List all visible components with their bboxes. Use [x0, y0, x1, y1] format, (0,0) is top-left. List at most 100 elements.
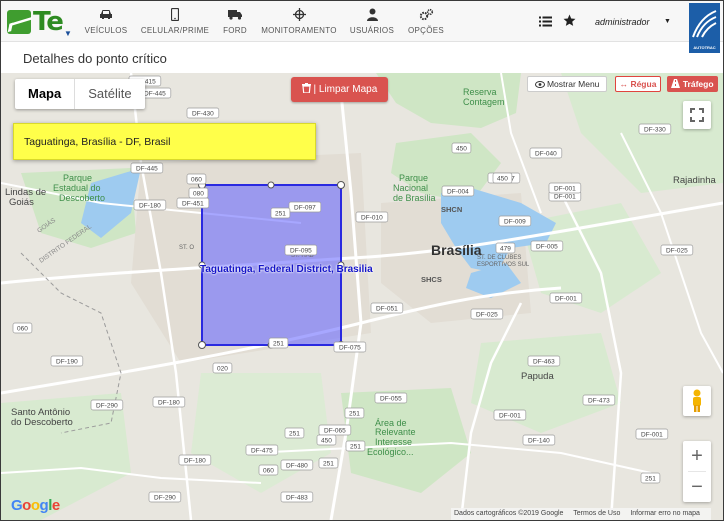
map-type-mapa[interactable]: Mapa [15, 79, 76, 109]
nav-veiculos[interactable]: VEÍCULOS [84, 8, 128, 40]
road-label: DF-051 [376, 306, 398, 313]
clear-map-button[interactable]: | Limpar Mapa [291, 77, 388, 102]
place-label: Reserva [463, 87, 497, 97]
nav-veiculos-label: VEÍCULOS [84, 26, 128, 35]
road-label: DF-180 [184, 458, 206, 465]
nav-ford[interactable]: FORD [221, 8, 249, 40]
road-shield: DF-025 [660, 244, 694, 256]
road-shield: 450 [316, 434, 337, 446]
road-label: DF-290 [96, 403, 118, 410]
nav-ford-label: FORD [223, 26, 247, 35]
road-label: DF-004 [447, 189, 469, 196]
road-label: DF-055 [380, 396, 402, 403]
traffic-button[interactable]: Tráfego [667, 76, 718, 92]
place-label: Rajadinha [673, 175, 716, 186]
nav-monitoramento-label: MONITORAMENTO [261, 26, 337, 35]
road-shield: DF-001 [549, 292, 583, 304]
road-shield: 251 [344, 407, 365, 419]
place-label: Parque [399, 173, 428, 183]
nav-opcoes[interactable]: OPÇÕES [406, 8, 446, 40]
road-label: 251 [349, 411, 360, 418]
traffic-label: Tráfego [682, 79, 714, 89]
road-label: DF-025 [666, 248, 688, 255]
critical-zone-label: Taguatinga, Federal District, Brasilia [200, 264, 373, 275]
zone-handle [337, 181, 345, 189]
road-shield: DF-475 [245, 444, 279, 456]
road-shield: DF-009 [498, 215, 532, 227]
user-name[interactable]: administrador [595, 17, 650, 27]
nav-usuarios[interactable]: USUÁRIOS [349, 8, 395, 40]
place-label: SHCN [441, 205, 462, 214]
road-label: DF-180 [158, 400, 180, 407]
show-menu-button[interactable]: Mostrar Menu [527, 76, 607, 92]
road-label: 251 [350, 444, 361, 451]
place-label: de Brasília [393, 193, 436, 203]
road-shield: DF-290 [148, 491, 182, 503]
road-shield: DF-180 [133, 199, 167, 211]
road-label: DF-001 [499, 413, 521, 420]
attribution-data: Dados cartográficos ©2019 Google [454, 510, 564, 517]
clear-map-label: | Limpar Mapa [313, 84, 378, 95]
road-shield: DF-095 [284, 244, 318, 256]
eye-icon [534, 79, 547, 89]
top-navbar: Te ▼ VEÍCULOS CELULAR/PRIME FORD MONITOR… [1, 1, 723, 53]
road-shield: DF-290 [90, 399, 124, 411]
attribution-report-link[interactable]: Informar erro no mapa [630, 510, 700, 517]
map-canvas[interactable]: Reserva Contagem Parque Nacional de Brasília… [1, 73, 723, 520]
road-shield: DF-180 [178, 454, 212, 466]
place-label: SHCS [421, 275, 442, 284]
attribution-terms-link[interactable]: Termos de Uso [573, 510, 620, 517]
google-logo: Google [11, 497, 60, 514]
nav-monitoramento[interactable]: MONITORAMENTO [260, 8, 338, 40]
logo-caret-icon[interactable]: ▼ [64, 29, 72, 38]
zoom-in-button[interactable]: + [683, 441, 711, 471]
zoom-out-button[interactable]: − [683, 472, 711, 502]
place-label: Relevante [375, 427, 416, 437]
page-title: Detalhes do ponto crítico [23, 51, 167, 66]
road-label: DF-473 [588, 398, 610, 405]
road-label: 450 [497, 176, 508, 183]
map-type-control: Mapa Satélite [15, 79, 145, 109]
road-shield: DF-001 [548, 182, 582, 194]
road-shield: DF-055 [374, 392, 408, 404]
road-label: DF-190 [56, 359, 78, 366]
road-label: DF-180 [139, 203, 161, 210]
user-caret-icon[interactable]: ▼ [664, 18, 671, 25]
truck-icon [221, 8, 249, 24]
road-label: DF-463 [533, 359, 555, 366]
road-label: DF-009 [504, 219, 526, 226]
road-label: DF-005 [536, 244, 558, 251]
road-shield: DF-330 [638, 123, 672, 135]
road-shield: 020 [212, 362, 233, 374]
arrows-horizontal-icon: ↔ [619, 79, 629, 89]
road-shield: DF-001 [493, 409, 527, 421]
zone-handle [198, 341, 206, 349]
road-label: DF-001 [554, 186, 576, 193]
ruler-button[interactable]: ↔ Régua [615, 76, 661, 92]
nav-opcoes-label: OPÇÕES [407, 26, 445, 35]
road-shield: 450 [451, 142, 472, 154]
place-label: Interesse [375, 437, 412, 447]
road-shield: DF-473 [582, 394, 616, 406]
place-label: Brasília [431, 242, 482, 258]
road-shield: DF-005 [530, 240, 564, 252]
road-shield: 251 [318, 457, 339, 469]
star-icon[interactable] [563, 14, 576, 30]
road-label: DF-140 [528, 438, 550, 445]
nav-celular-prime[interactable]: CELULAR/PRIME [140, 7, 210, 40]
list-icon[interactable] [539, 15, 552, 30]
fullscreen-button[interactable] [683, 101, 711, 129]
map-type-satelite[interactable]: Satélite [75, 79, 144, 109]
road-shield: 060 [186, 173, 207, 185]
brand-logo: AUTOTRAC [689, 3, 720, 53]
street-view-button[interactable] [683, 386, 711, 416]
location-search-result[interactable]: Taguatinga, Brasília - DF, Brasil [13, 123, 316, 160]
road-shield: DF-451 [176, 197, 210, 209]
road-label: DF-001 [555, 296, 577, 303]
zoom-control: + − [683, 441, 711, 502]
car-icon [84, 8, 128, 24]
road-label: DF-001 [641, 432, 663, 439]
crosshair-icon [260, 8, 338, 24]
road-label: DF-097 [294, 205, 316, 212]
road-label: 450 [456, 146, 467, 153]
